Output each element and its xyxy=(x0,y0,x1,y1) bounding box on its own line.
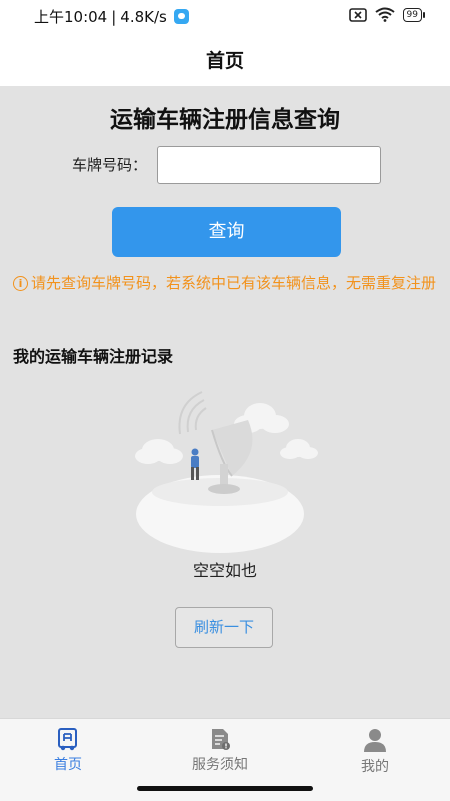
home-indicator xyxy=(137,786,313,791)
nav-bar: 首页 xyxy=(0,32,450,86)
network-speed: 4.8K/s xyxy=(120,7,167,26)
refresh-button[interactable]: 刷新一下 xyxy=(175,607,273,648)
chat-app-icon xyxy=(173,9,189,24)
main-content: 运输车辆注册信息查询 车牌号码： 查询 i 请先查询车牌号码，若系统中已有该车辆信… xyxy=(0,86,450,718)
notice-text: 请先查询车牌号码，若系统中已有该车辆信息，无需重复注册 xyxy=(31,274,437,292)
info-icon: i xyxy=(13,276,28,291)
tab-service-notice[interactable]: 服务须知 xyxy=(165,727,275,774)
tab-home[interactable]: 首页 xyxy=(13,727,123,774)
status-separator: | xyxy=(111,7,117,26)
status-right: 99 xyxy=(348,7,426,22)
battery-icon: 99 xyxy=(402,7,426,22)
wifi-icon xyxy=(374,7,395,22)
tab-home-label: 首页 xyxy=(54,757,82,773)
empty-state-text: 空空如也 xyxy=(192,561,257,580)
tab-me-label: 我的 xyxy=(361,759,389,775)
status-bar: 上午10:04 | 4.8K/s 99 xyxy=(0,0,450,32)
status-time: 上午10:04 xyxy=(34,8,108,26)
user-icon xyxy=(364,729,386,752)
query-button[interactable]: 查询 xyxy=(112,207,341,257)
status-left: 上午10:04 | 4.8K/s xyxy=(34,6,189,27)
notice-message: i 请先查询车牌号码，若系统中已有该车辆信息，无需重复注册 xyxy=(13,271,438,295)
home-icon xyxy=(58,728,77,751)
satellite-dish-empty-illustration xyxy=(135,391,318,553)
page-title: 首页 xyxy=(205,50,244,72)
plate-number-label: 车牌号码： xyxy=(72,156,148,174)
sim-off-icon xyxy=(348,7,367,22)
records-title: 我的运输车辆注册记录 xyxy=(13,347,174,366)
document-icon xyxy=(212,729,230,750)
tab-service-notice-label: 服务须知 xyxy=(192,757,248,773)
tab-me[interactable]: 我的 xyxy=(320,727,430,776)
plate-number-input[interactable] xyxy=(157,146,381,184)
form-heading: 运输车辆注册信息查询 xyxy=(110,107,340,133)
